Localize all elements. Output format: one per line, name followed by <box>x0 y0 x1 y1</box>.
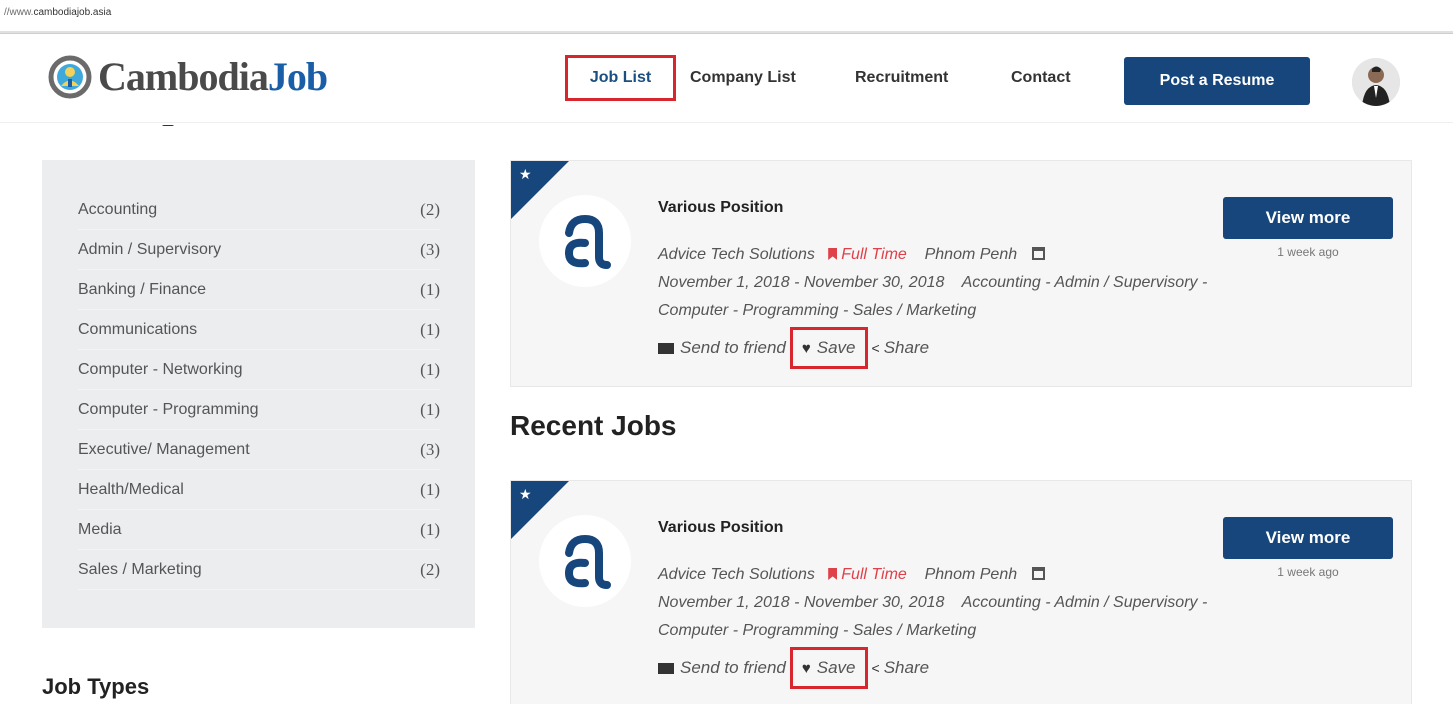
category-count: (2) <box>420 199 440 219</box>
category-item[interactable]: Executive/ Management (3) <box>78 430 440 470</box>
category-count: (1) <box>420 359 440 379</box>
category-count: (3) <box>420 439 440 459</box>
share-link[interactable]: Share <box>884 338 929 358</box>
url-divider <box>0 31 1453 34</box>
category-count: (1) <box>420 319 440 339</box>
category-item[interactable]: Accounting (2) <box>78 190 440 230</box>
calendar-icon <box>1031 567 1045 580</box>
job-types-heading: Job Types <box>42 674 150 699</box>
star-icon: ★ <box>519 167 532 183</box>
share-icon: < <box>871 660 880 676</box>
heart-icon: ♥ <box>801 659 811 677</box>
nav-company-list[interactable]: Company List <box>690 55 796 101</box>
job-location: Phnom Penh <box>924 566 1018 583</box>
nav-recruitment[interactable]: Recruitment <box>855 55 948 101</box>
job-type: Full Time <box>828 246 907 263</box>
browser-url-bar[interactable]: //www.cambodiajob.asia <box>0 0 1453 30</box>
category-list: Accounting (2) Admin / Supervisory (3) Ban… <box>78 190 440 590</box>
save-button[interactable]: ♥ Save <box>789 327 868 369</box>
category-label[interactable]: Accounting <box>78 201 157 219</box>
site-logo[interactable]: CambodiaJob <box>46 53 328 101</box>
company-name[interactable]: Advice Tech Solutions <box>658 246 815 263</box>
job-actions: Send to friend ♥ Save < Share <box>658 647 929 689</box>
category-item[interactable]: Computer - Programming (1) <box>78 390 440 430</box>
category-count: (1) <box>420 279 440 299</box>
job-title[interactable]: Various Position <box>658 519 783 537</box>
share-icon: < <box>871 340 880 356</box>
category-count: (3) <box>420 239 440 259</box>
star-icon: ★ <box>519 487 532 503</box>
category-label[interactable]: Executive/ Management <box>78 441 250 459</box>
category-label[interactable]: Media <box>78 521 122 539</box>
category-count: (1) <box>420 519 440 539</box>
category-item[interactable]: Banking / Finance (1) <box>78 270 440 310</box>
category-label[interactable]: Communications <box>78 321 197 339</box>
url-text[interactable]: //www.cambodiajob.asia <box>4 7 111 18</box>
category-item[interactable]: Communications (1) <box>78 310 440 350</box>
category-label[interactable]: Banking / Finance <box>78 281 206 299</box>
category-item[interactable]: Computer - Networking (1) <box>78 350 440 390</box>
logo-wordmark: CambodiaJob <box>98 54 328 99</box>
job-card: ★ Various Position Advice Tech Solutions… <box>510 480 1412 704</box>
category-label[interactable]: Computer - Networking <box>78 361 243 379</box>
send-to-friend-link[interactable]: Send to friend <box>680 658 786 678</box>
job-meta: Advice Tech Solutions Full Time Phnom Pe… <box>658 241 1218 325</box>
category-count: (1) <box>420 399 440 419</box>
post-resume-button[interactable]: Post a Resume <box>1124 57 1310 105</box>
save-button[interactable]: ♥ Save <box>789 647 868 689</box>
send-to-friend-link[interactable]: Send to friend <box>680 338 786 358</box>
share-link[interactable]: Share <box>884 658 929 678</box>
save-label: Save <box>816 658 856 677</box>
job-title[interactable]: Various Position <box>658 199 783 217</box>
calendar-icon <box>1031 247 1045 260</box>
envelope-icon <box>658 662 674 674</box>
category-label[interactable]: Admin / Supervisory <box>78 241 221 259</box>
job-actions: Send to friend ♥ Save < Share <box>658 327 929 369</box>
category-label[interactable]: Health/Medical <box>78 481 184 499</box>
clipped-heading-fragment <box>160 118 178 126</box>
save-label: Save <box>816 338 856 357</box>
nav-job-list[interactable]: Job List <box>565 55 676 101</box>
category-count: (1) <box>420 479 440 499</box>
job-type: Full Time <box>828 566 907 583</box>
category-sidebar: Accounting (2) Admin / Supervisory (3) Ban… <box>42 160 475 628</box>
category-item[interactable]: Sales / Marketing (2) <box>78 550 440 590</box>
category-item[interactable]: Health/Medical (1) <box>78 470 440 510</box>
view-more-button[interactable]: View more <box>1223 517 1393 559</box>
view-more-button[interactable]: View more <box>1223 197 1393 239</box>
category-item[interactable]: Admin / Supervisory (3) <box>78 230 440 270</box>
company-logo[interactable] <box>539 515 631 607</box>
magnifier-person-icon <box>46 53 94 101</box>
job-card-featured: ★ Various Position Advice Tech Solutions… <box>510 160 1412 387</box>
company-name[interactable]: Advice Tech Solutions <box>658 566 815 583</box>
posted-time: 1 week ago <box>1277 565 1339 579</box>
category-label[interactable]: Sales / Marketing <box>78 561 202 579</box>
site-header: CambodiaJob Job List Company List Recrui… <box>0 35 1453 123</box>
category-count: (2) <box>420 559 440 579</box>
bookmark-icon <box>828 568 838 580</box>
job-dates: November 1, 2018 - November 30, 2018 <box>658 274 945 291</box>
recent-jobs-heading: Recent Jobs <box>510 410 677 441</box>
nav-contact[interactable]: Contact <box>1011 55 1071 101</box>
category-item[interactable]: Media (1) <box>78 510 440 550</box>
category-label[interactable]: Computer - Programming <box>78 401 259 419</box>
envelope-icon <box>658 342 674 354</box>
heart-icon: ♥ <box>801 339 811 357</box>
job-location: Phnom Penh <box>924 246 1018 263</box>
posted-time: 1 week ago <box>1277 245 1339 259</box>
user-avatar[interactable] <box>1352 58 1400 106</box>
job-meta: Advice Tech Solutions Full Time Phnom Pe… <box>658 561 1218 645</box>
bookmark-icon <box>828 248 838 260</box>
company-logo[interactable] <box>539 195 631 287</box>
job-dates: November 1, 2018 - November 30, 2018 <box>658 594 945 611</box>
